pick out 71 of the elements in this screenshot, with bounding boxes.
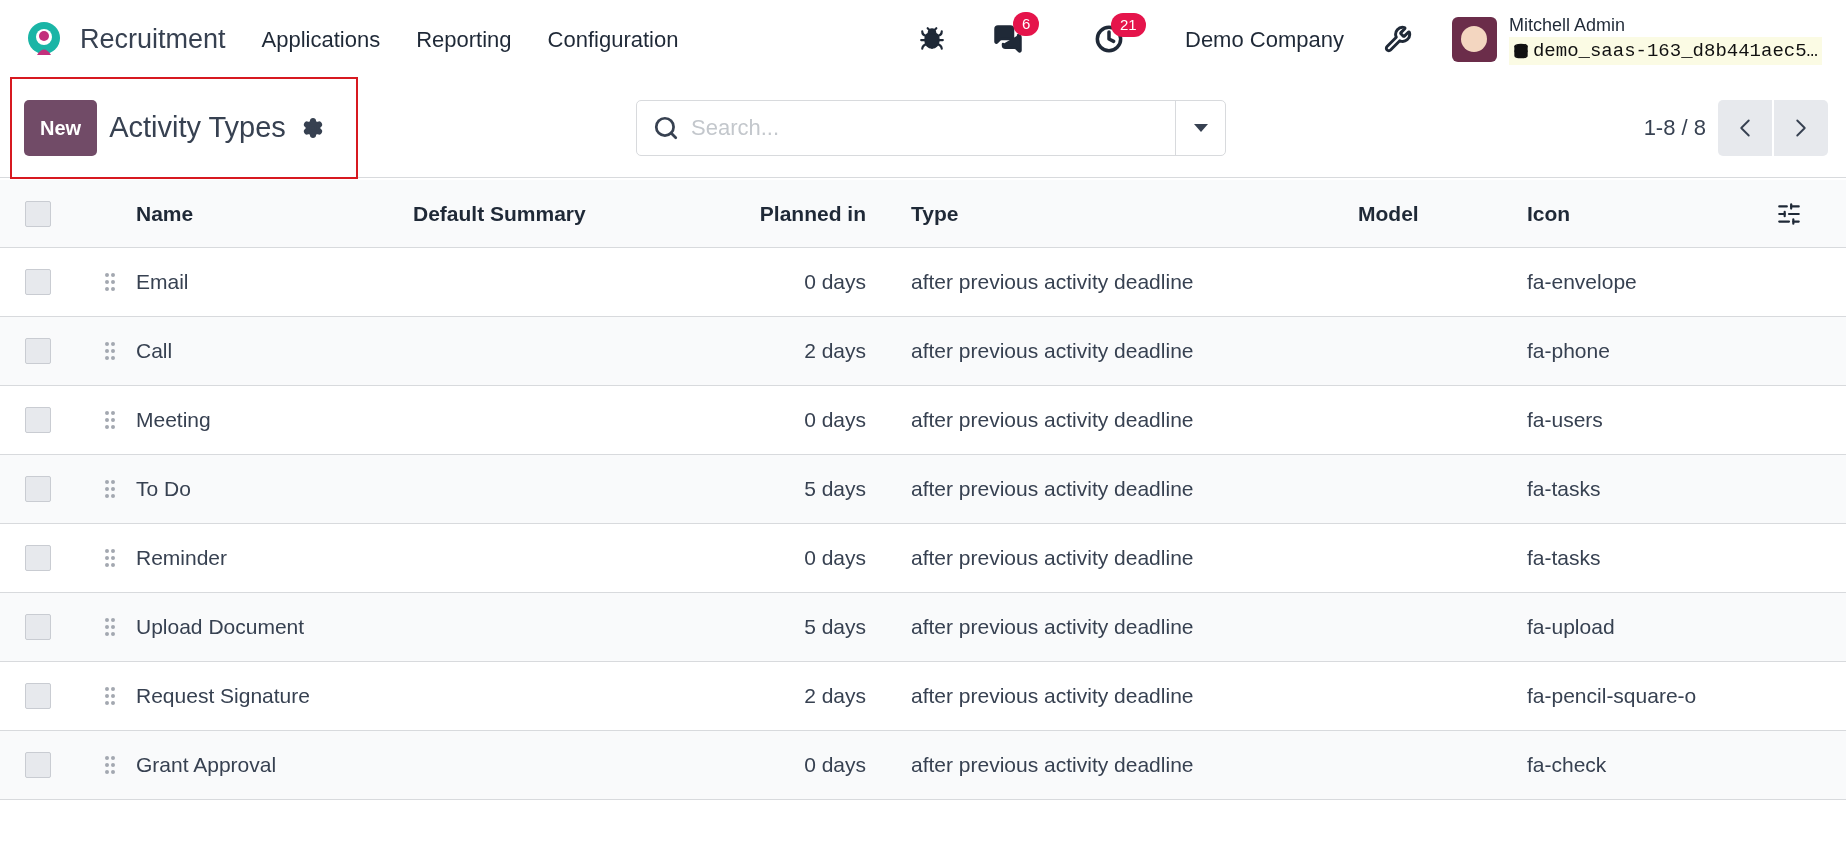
user-name[interactable]: Mitchell Admin (1508, 13, 1822, 37)
company-name[interactable]: Demo Company (1185, 22, 1344, 56)
table-cell-text: fa-tasks (1527, 476, 1602, 503)
table-cell-text: fa-phone (1527, 338, 1611, 365)
table-cell-text: Grant Approval (136, 752, 278, 779)
row-checkbox[interactable] (25, 545, 51, 571)
table-cell: 0 days (804, 270, 866, 294)
bug-icon[interactable] (919, 26, 945, 52)
table-cell-text: To Do (136, 476, 192, 503)
column-header[interactable]: Default Summary (413, 201, 586, 225)
caret-icon (1193, 123, 1208, 132)
table-cell-text: Request Signature (136, 683, 311, 710)
database-name: demo_saas-163_d8b441aec5… (1532, 38, 1818, 64)
table-cell: after previous activity deadline (911, 270, 1194, 294)
table-cell: 2 days (804, 684, 866, 708)
table-cell-text: fa-users (1527, 407, 1604, 434)
table-cell-text: Call (136, 338, 174, 365)
row-checkbox[interactable] (25, 614, 51, 640)
table-cell: after previous activity deadline (911, 546, 1194, 570)
row-checkbox[interactable] (25, 683, 51, 709)
row-checkbox[interactable] (25, 200, 51, 227)
table-cell-text: Email (136, 269, 190, 296)
column-header[interactable]: Model (1358, 201, 1419, 225)
table-cell: 0 days (804, 408, 866, 432)
row-checkbox[interactable] (25, 269, 51, 295)
page-title: Activity Types (109, 109, 286, 145)
menu-item[interactable]: Applications (261, 22, 381, 56)
chat-icon[interactable] (993, 24, 1023, 54)
menu-item[interactable]: Configuration (547, 22, 679, 56)
search-field[interactable]: Search... (636, 99, 1226, 156)
settings-icon[interactable] (301, 116, 324, 139)
menu-item[interactable]: Reporting (416, 22, 512, 56)
pager-value[interactable]: 1-8 / 8 (1643, 111, 1706, 144)
table-cell: 5 days (804, 615, 866, 639)
row-checkbox[interactable] (25, 407, 51, 433)
row-checkbox[interactable] (25, 476, 51, 502)
column-header[interactable]: Planned in (759, 201, 866, 225)
column-header[interactable]: Name (136, 201, 194, 225)
table-cell: 5 days (804, 477, 866, 501)
row-checkbox[interactable] (25, 752, 51, 778)
next-page-button[interactable] (1774, 99, 1828, 156)
tools-icon[interactable] (1383, 25, 1412, 53)
table-cell: after previous activity deadline (911, 477, 1194, 501)
search-input[interactable]: Search... (691, 111, 1175, 144)
table-cell-text: Upload Document (136, 614, 306, 641)
table-cell: after previous activity deadline (911, 339, 1194, 363)
column-settings-icon[interactable] (1776, 200, 1802, 227)
table-cell-text: fa-tasks (1527, 545, 1602, 572)
app-name[interactable]: Recruitment (80, 18, 226, 60)
table-cell-text: fa-envelope (1527, 269, 1638, 296)
previous-page-button[interactable] (1718, 99, 1772, 156)
table-cell: after previous activity deadline (911, 408, 1194, 432)
table-cell-text: fa-pencil-square-o (1527, 683, 1698, 710)
row-checkbox[interactable] (25, 338, 51, 364)
table-cell: 0 days (804, 753, 866, 777)
table-cell: after previous activity deadline (911, 753, 1194, 777)
column-header[interactable]: Icon (1527, 201, 1571, 225)
message-count-badge: 6 (1013, 12, 1040, 36)
table-cell: 2 days (804, 339, 866, 363)
user-avatar[interactable] (1451, 16, 1497, 62)
table-cell-text: fa-check (1527, 752, 1608, 779)
table-cell: after previous activity deadline (911, 615, 1194, 639)
activity-count-badge: 21 (1111, 13, 1146, 37)
search-icon (653, 114, 679, 141)
table-cell: after previous activity deadline (911, 684, 1194, 708)
table-cell: 0 days (804, 546, 866, 570)
table-cell-text: fa-upload (1527, 614, 1616, 641)
table-cell-text: Reminder (136, 545, 229, 572)
new-button[interactable]: New (24, 99, 98, 156)
table-cell-text: Meeting (136, 407, 212, 434)
column-header[interactable]: Type (911, 201, 959, 225)
